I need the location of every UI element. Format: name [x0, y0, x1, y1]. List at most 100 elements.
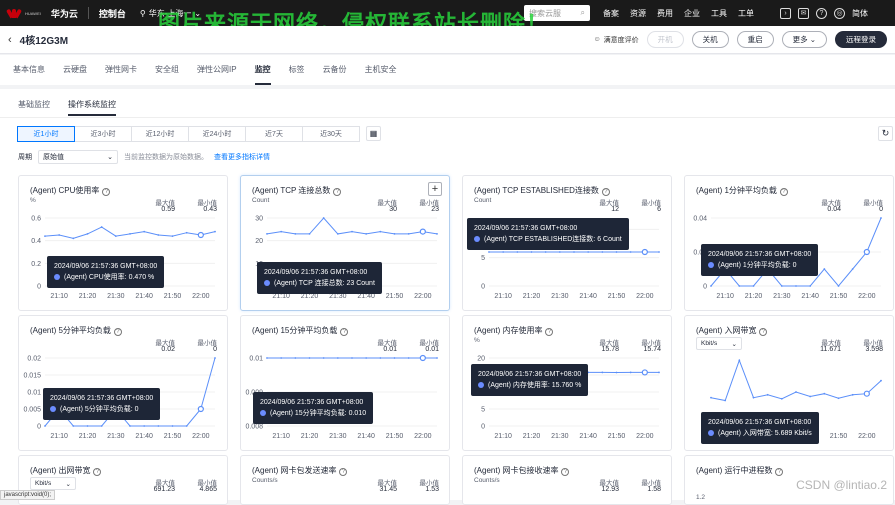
subtab-os-monitoring[interactable]: 操作系统监控: [68, 99, 116, 116]
y-tick-label: 5: [481, 255, 485, 262]
period-select[interactable]: 原始值⌄: [38, 150, 118, 164]
line-chart[interactable]: 0.60.40.2021:1021:2021:3021:4021:5022:00: [19, 176, 229, 312]
data-point: [294, 233, 296, 235]
period-value: 原始值: [43, 152, 64, 162]
tab-disks[interactable]: 云硬盘: [54, 55, 96, 85]
message-icon[interactable]: ✉: [798, 8, 809, 19]
line-chart[interactable]: 0.010.0090.00821:1021:2021:3021:4021:502…: [241, 316, 451, 452]
x-tick-label: 21:20: [301, 293, 319, 300]
min-value: 4.865: [199, 486, 217, 493]
help-icon[interactable]: ?: [775, 468, 783, 476]
chevron-down-icon: ⌄: [194, 9, 201, 18]
data-point: [72, 238, 74, 240]
data-point: [516, 251, 518, 253]
range-7d[interactable]: 近7天: [245, 126, 303, 142]
line-chart[interactable]: 0.020.0150.010.005021:1021:2021:3021:402…: [19, 316, 229, 452]
globe-icon[interactable]: ◎: [834, 8, 845, 19]
data-point: [502, 251, 504, 253]
tooltip-time: 2024/09/06 21:57:36 GMT+08:00: [474, 223, 622, 234]
range-3h[interactable]: 近3小时: [74, 126, 132, 142]
tab-security-groups[interactable]: 安全组: [146, 55, 188, 85]
series-dot-icon: [478, 382, 484, 388]
smiley-icon: ☺: [593, 36, 600, 43]
page-title: 4核12G3M: [20, 32, 68, 47]
terminal-icon[interactable]: ›: [780, 8, 791, 19]
brand-name[interactable]: 华为云: [51, 7, 78, 20]
refresh-icon[interactable]: ↻: [878, 126, 893, 141]
y-tick-label: 20: [477, 356, 485, 363]
series-dot-icon: [260, 410, 266, 416]
x-tick-label: 21:30: [329, 433, 347, 440]
range-30d[interactable]: 近30天: [302, 126, 360, 142]
y-tick-label: 30: [255, 216, 263, 223]
search-input[interactable]: 搜索云服 ⌕: [524, 5, 590, 21]
metric-card: (Agent) 内存使用率?%最大值最小值15.7815.74201510502…: [462, 315, 672, 451]
help-icon[interactable]: ?: [816, 8, 827, 19]
data-point: [143, 231, 145, 233]
y-tick-label: 0.6: [31, 216, 41, 223]
data-point: [852, 268, 854, 270]
x-tick-label: 21:40: [135, 293, 153, 300]
data-point: [408, 233, 410, 235]
restart-button[interactable]: 重启: [737, 31, 774, 48]
metric-title-text: (Agent) 运行中进程数: [696, 466, 772, 475]
remote-login-button[interactable]: 远程登录: [835, 31, 887, 48]
language-selector[interactable]: 简体: [852, 8, 868, 19]
huawei-logo[interactable]: HUAWEI: [6, 6, 41, 20]
data-point: [559, 251, 561, 253]
tab-host-security[interactable]: 主机安全: [356, 55, 406, 85]
tab-tags[interactable]: 标签: [280, 55, 314, 85]
data-point: [738, 285, 740, 287]
tab-eip[interactable]: 弹性公网IP: [188, 55, 246, 85]
x-tick-label: 22:00: [858, 433, 876, 440]
tab-cloud-backup[interactable]: 云备份: [314, 55, 356, 85]
nav-tickets[interactable]: 工单: [738, 8, 754, 19]
x-tick-label: 22:00: [636, 293, 654, 300]
data-point: [753, 285, 755, 287]
nav-resources[interactable]: 资源: [630, 8, 646, 19]
instance-header: ‹ 4核12G3M ☺满意度评价 开机 关机 重启 更多 ⌄ 远程登录: [0, 26, 895, 54]
nav-tools[interactable]: 工具: [711, 8, 727, 19]
range-12h[interactable]: 近12小时: [131, 126, 189, 142]
console-link[interactable]: 控制台: [99, 7, 126, 20]
location-pin-icon: ⚲: [140, 9, 146, 18]
data-point: [337, 233, 339, 235]
min-value: 1.53: [425, 486, 439, 493]
help-icon[interactable]: ?: [93, 468, 101, 476]
range-24h[interactable]: 近24小时: [188, 126, 246, 142]
x-tick-label: 21:40: [135, 433, 153, 440]
unit-select[interactable]: Kbit/s⌄: [30, 477, 76, 490]
data-point: [172, 425, 174, 427]
period-label: 周期: [18, 152, 32, 162]
nav-beian[interactable]: 备案: [603, 8, 619, 19]
nav-enterprise[interactable]: 企业: [684, 8, 700, 19]
data-point: [351, 357, 353, 359]
max-value: 12.93: [601, 486, 619, 493]
calendar-icon[interactable]: ▦: [366, 126, 381, 141]
data-point: [601, 372, 603, 374]
tooltip-value: (Agent) CPU使用率: 0.470 %: [64, 274, 154, 281]
help-icon[interactable]: ?: [339, 468, 347, 476]
csdn-watermark: CSDN @lintiao.2: [796, 478, 887, 492]
metric-title-text: (Agent) 网卡包发送速率: [252, 466, 336, 475]
stop-button[interactable]: 关机: [692, 31, 729, 48]
data-point: [309, 233, 311, 235]
tooltip-time: 2024/09/06 21:57:36 GMT+08:00: [478, 369, 581, 380]
region-selector[interactable]: ⚲ 华东-上海一 ⌄: [140, 8, 201, 19]
nav-billing[interactable]: 费用: [657, 8, 673, 19]
series-dot-icon: [54, 274, 60, 280]
more-button[interactable]: 更多 ⌄: [782, 31, 827, 48]
y-tick-label: 0: [703, 284, 707, 291]
start-button[interactable]: 开机: [647, 31, 684, 48]
tab-nics[interactable]: 弹性网卡: [96, 55, 146, 85]
tab-monitoring[interactable]: 监控: [246, 55, 280, 85]
range-1h[interactable]: 近1小时: [17, 126, 75, 142]
tooltip-value: (Agent) 入网带宽: 5.689 Kbit/s: [718, 430, 812, 437]
subtab-basic-monitoring[interactable]: 基础监控: [18, 99, 50, 116]
help-icon[interactable]: ?: [561, 468, 569, 476]
satisfaction-survey[interactable]: ☺满意度评价: [593, 35, 638, 45]
back-arrow-icon[interactable]: ‹: [8, 34, 12, 46]
more-metrics-link[interactable]: 查看更多指标详情: [214, 152, 270, 162]
data-point: [809, 285, 811, 287]
tab-basic-info[interactable]: 基本信息: [4, 55, 54, 85]
